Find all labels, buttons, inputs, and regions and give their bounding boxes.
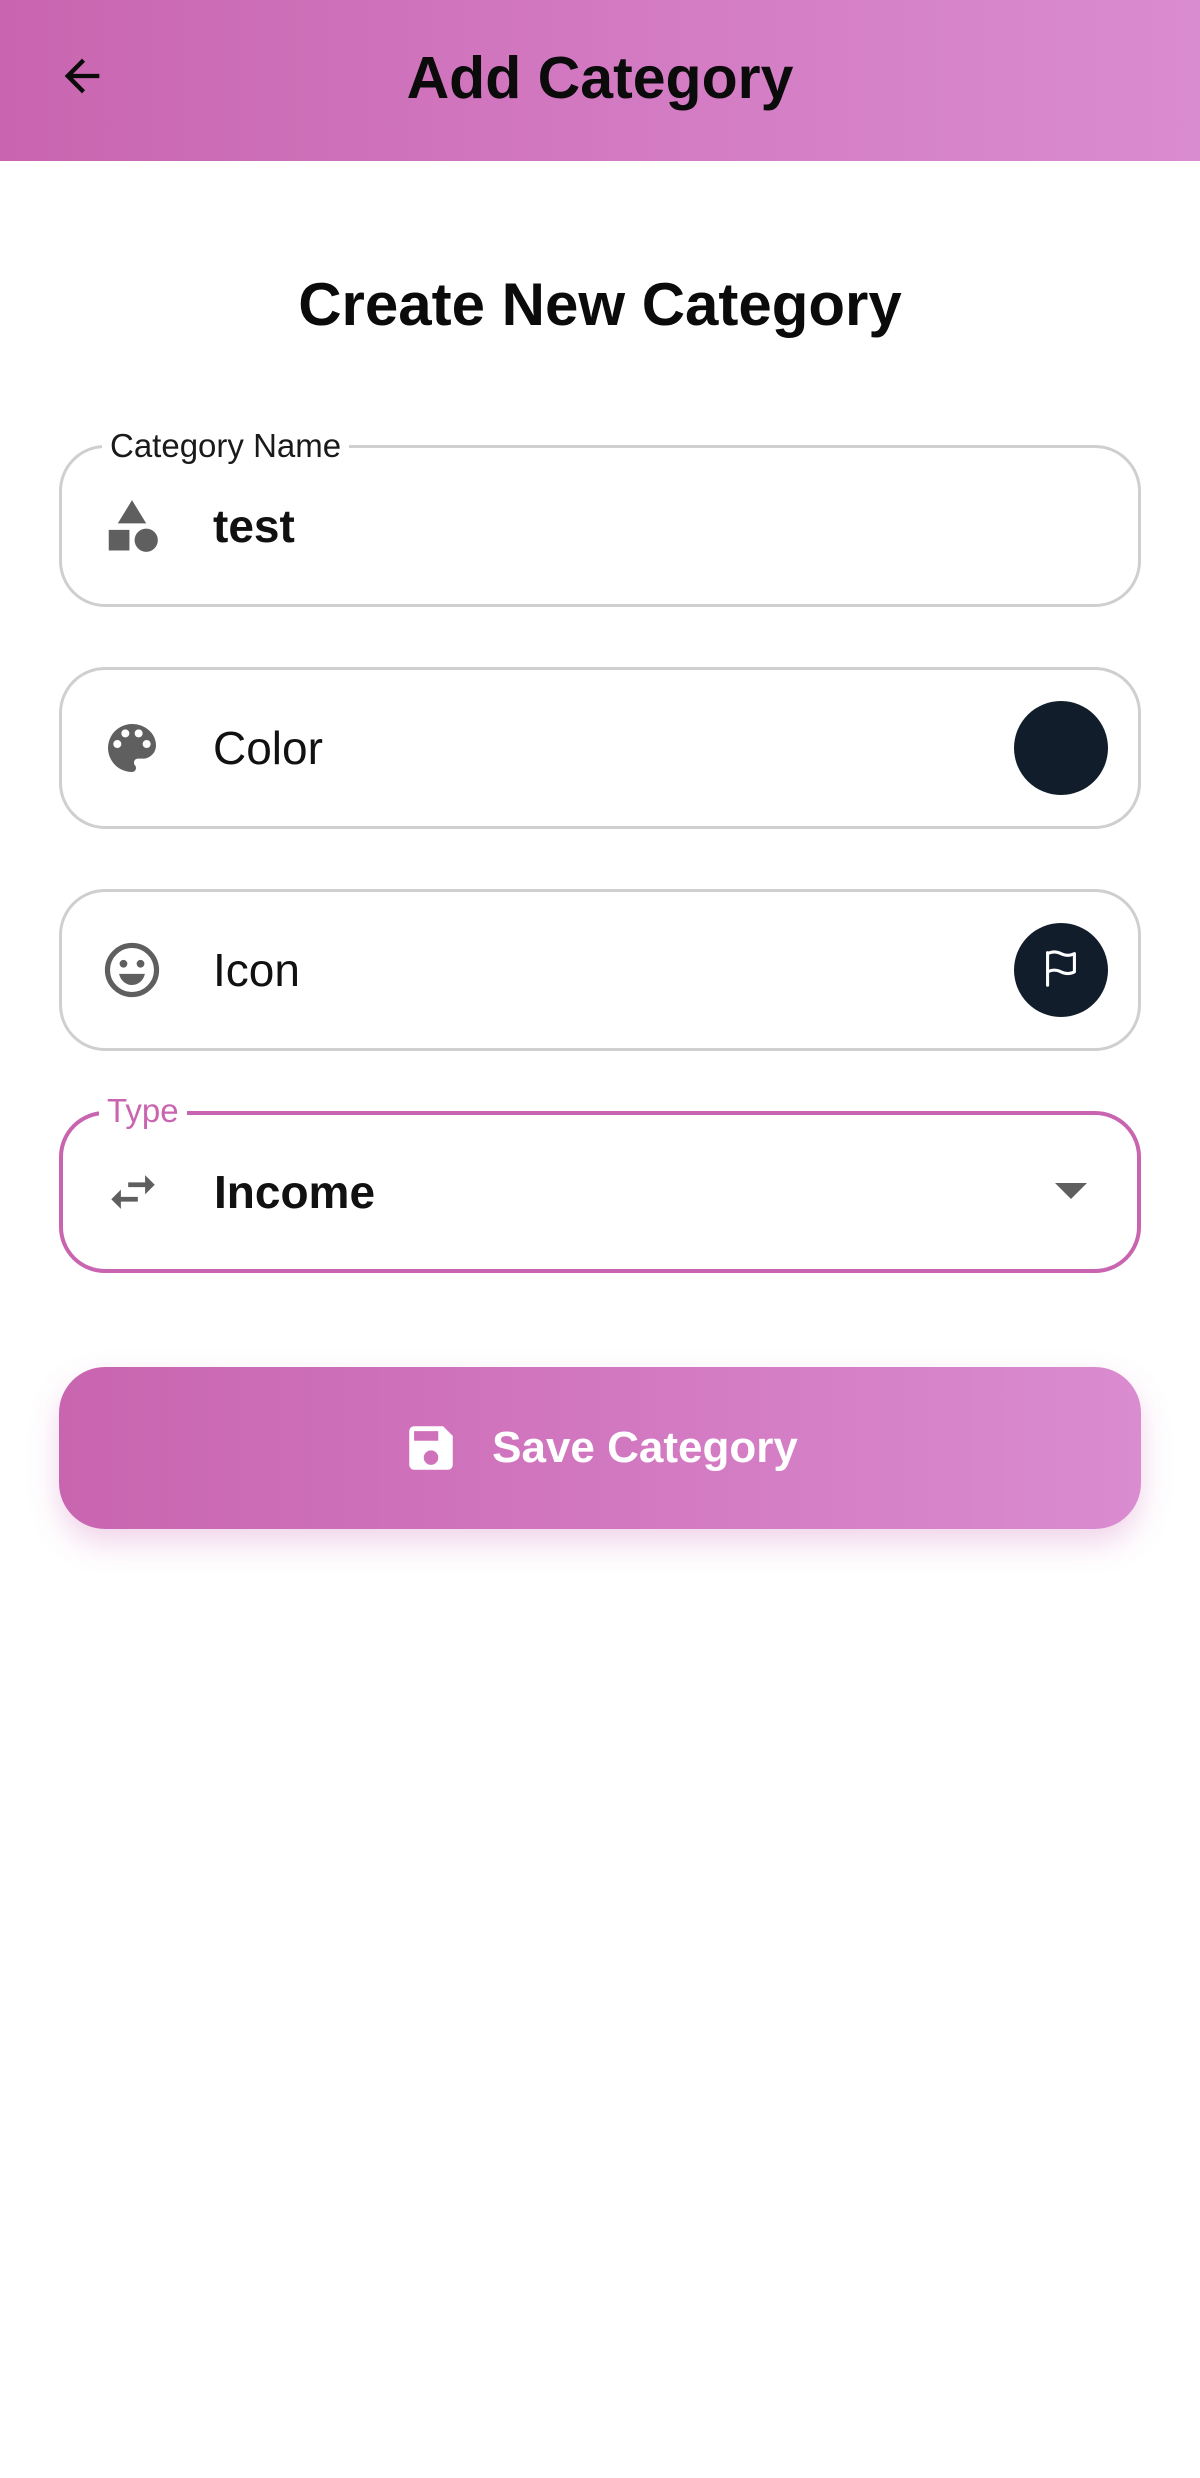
color-label: Color — [213, 722, 323, 774]
save-icon — [402, 1419, 460, 1477]
palette-icon — [100, 716, 164, 780]
flag-icon — [1038, 945, 1084, 996]
page-title: Add Category — [406, 45, 794, 111]
swap-arrows-icon — [101, 1160, 165, 1224]
category-name-input[interactable] — [213, 498, 1093, 554]
color-swatch[interactable] — [1014, 701, 1108, 795]
icon-field[interactable]: Icon — [59, 889, 1141, 1051]
category-shapes-icon — [100, 494, 164, 558]
icon-label: Icon — [213, 944, 300, 996]
emoji-icon — [100, 938, 164, 1002]
type-label: Type — [99, 1091, 187, 1131]
category-name-field[interactable]: Category Name — [59, 426, 1141, 607]
category-name-label: Category Name — [102, 426, 350, 466]
selected-icon-preview[interactable] — [1014, 923, 1108, 1017]
app-bar: Add Category — [0, 0, 1200, 161]
type-value: Income — [214, 1166, 376, 1218]
chevron-down-icon[interactable] — [1055, 1183, 1087, 1201]
type-dropdown[interactable]: Type Income — [59, 1091, 1141, 1273]
save-category-button[interactable]: Save Category — [59, 1367, 1141, 1529]
form-heading: Create New Category — [298, 271, 902, 338]
color-field[interactable]: Color — [59, 667, 1141, 829]
save-category-label: Save Category — [492, 1423, 798, 1472]
